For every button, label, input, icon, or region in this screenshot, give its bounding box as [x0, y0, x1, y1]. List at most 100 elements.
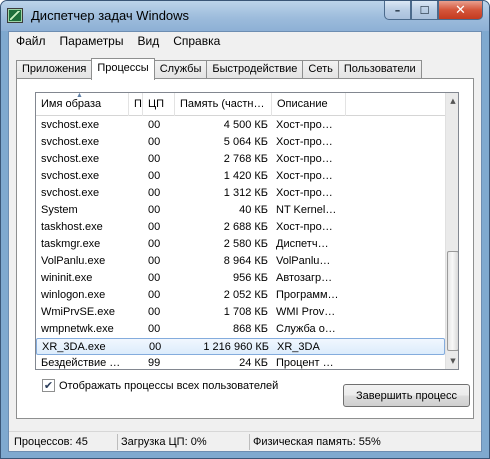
column-header-description[interactable]: Описание — [272, 93, 346, 116]
process-name-cell: winlogon.exe — [41, 289, 106, 301]
status-processes-count: Процессов: 45 — [14, 436, 88, 448]
process-name-cell: XR_3DA.exe — [42, 341, 106, 353]
process-cpu-cell: 00 — [148, 136, 161, 148]
process-list[interactable]: ▲ Имя образа П ЦП Память (частн… Описани… — [35, 92, 459, 370]
table-row[interactable]: taskhost.exe 00 2 688 КБ Хост-про… — [36, 219, 445, 236]
table-row[interactable]: taskmgr.exe 00 2 580 КБ Диспетч… — [36, 236, 445, 253]
process-cpu-cell: 00 — [148, 119, 161, 131]
close-button[interactable]: ✕ — [438, 1, 483, 20]
process-list-header: ▲ Имя образа П ЦП Память (частн… Описани… — [36, 93, 445, 116]
process-cpu-cell: 00 — [148, 323, 161, 335]
show-all-users-checkbox[interactable]: ✔ — [42, 379, 55, 392]
end-process-button[interactable]: Завершить процесс — [343, 384, 470, 407]
process-memory-cell: 2 768 КБ — [223, 153, 268, 165]
table-row[interactable]: svchost.exe 00 4 500 КБ Хост-про… — [36, 117, 445, 134]
column-header-user[interactable]: П — [129, 93, 143, 116]
process-cpu-cell: 00 — [148, 221, 161, 233]
process-description-cell: NT Kernel… — [276, 204, 337, 216]
scroll-down-arrow-icon[interactable]: ▼ — [446, 353, 458, 369]
maximize-button[interactable]: ☐ — [411, 1, 438, 20]
process-memory-cell: 1 420 КБ — [223, 170, 268, 182]
column-header-memory[interactable]: Память (частн… — [175, 93, 272, 116]
process-cpu-cell: 99 — [148, 357, 161, 369]
table-row[interactable]: svchost.exe 00 1 312 КБ Хост-про… — [36, 185, 445, 202]
process-memory-cell: 868 КБ — [232, 323, 268, 335]
status-bar: Процессов: 45 Загрузка ЦП: 0% Физическая… — [9, 431, 481, 451]
table-row[interactable]: svchost.exe 00 5 064 КБ Хост-про… — [36, 134, 445, 151]
table-row[interactable]: wininit.exe 00 956 КБ Автозагр… — [36, 270, 445, 287]
process-name-cell: svchost.exe — [41, 187, 100, 199]
table-row[interactable]: svchost.exe 00 1 420 КБ Хост-про… — [36, 168, 445, 185]
process-name-cell: svchost.exe — [41, 153, 100, 165]
show-all-users-option[interactable]: ✔ Отображать процессы всех пользователей — [42, 379, 278, 392]
column-header-cpu[interactable]: ЦП — [143, 93, 175, 116]
table-row[interactable]: WmiPrvSE.exe 00 1 708 КБ WMI Prov… — [36, 304, 445, 321]
processes-panel: ▲ Имя образа П ЦП Память (частн… Описани… — [16, 78, 474, 419]
process-cpu-cell: 00 — [148, 170, 161, 182]
table-row[interactable]: winlogon.exe 00 2 052 КБ Программ… — [36, 287, 445, 304]
process-memory-cell: 40 КБ — [239, 204, 268, 216]
process-memory-cell: 2 580 КБ — [223, 238, 268, 250]
process-description-cell: Хост-про… — [276, 136, 333, 148]
menu-file[interactable]: Файл — [9, 32, 53, 52]
show-all-users-label[interactable]: Отображать процессы всех пользователей — [59, 380, 278, 392]
minimize-button[interactable]: – — [384, 1, 411, 20]
vertical-scrollbar[interactable]: ▲ ▼ — [445, 93, 458, 369]
table-row[interactable]: VolPanlu.exe 00 8 964 КБ VolPanlu… — [36, 253, 445, 270]
process-cpu-cell: 00 — [148, 306, 161, 318]
menu-view[interactable]: Вид — [130, 32, 166, 52]
table-row[interactable]: wmpnetwk.exe 00 868 КБ Служба о… — [36, 321, 445, 338]
process-memory-cell: 5 064 КБ — [223, 136, 268, 148]
process-name-cell: svchost.exe — [41, 136, 100, 148]
process-memory-cell: 1 708 КБ — [223, 306, 268, 318]
process-name-cell: VolPanlu.exe — [41, 255, 106, 267]
table-row[interactable]: Бездействие … 99 24 КБ Процент … — [36, 355, 445, 369]
process-name-cell: WmiPrvSE.exe — [41, 306, 115, 318]
process-memory-cell: 1 312 КБ — [223, 187, 268, 199]
process-name-cell: System — [41, 204, 78, 216]
tab-applications[interactable]: Приложения — [16, 60, 93, 79]
scrollbar-thumb[interactable] — [447, 251, 458, 351]
process-name-cell: taskmgr.exe — [41, 238, 101, 250]
menu-bar: Файл Параметры Вид Справка — [9, 32, 481, 52]
process-description-cell: WMI Prov… — [276, 306, 336, 318]
tab-services[interactable]: Службы — [153, 60, 208, 79]
column-header-image-name[interactable]: ▲ Имя образа — [36, 93, 129, 116]
process-name-cell: svchost.exe — [41, 170, 100, 182]
process-memory-cell: 956 КБ — [232, 272, 268, 284]
process-cpu-cell: 00 — [149, 341, 162, 353]
process-cpu-cell: 00 — [148, 187, 161, 199]
task-manager-window: Диспетчер задач Windows – ☐ ✕ Файл Парам… — [0, 0, 490, 459]
table-row[interactable]: System 00 40 КБ NT Kernel… — [36, 202, 445, 219]
menu-help[interactable]: Справка — [166, 32, 227, 52]
process-cpu-cell: 00 — [148, 255, 161, 267]
title-bar[interactable]: Диспетчер задач Windows – ☐ ✕ — [1, 1, 489, 31]
status-physical-memory: Физическая память: 55% — [249, 434, 479, 450]
tab-users[interactable]: Пользователи — [337, 60, 422, 79]
process-name-cell: wininit.exe — [41, 272, 93, 284]
process-name-cell: Бездействие … — [41, 357, 121, 369]
tab-processes[interactable]: Процессы — [91, 58, 155, 80]
caption-buttons: – ☐ ✕ — [384, 1, 483, 20]
process-cpu-cell: 00 — [148, 153, 161, 165]
process-description-cell: Программ… — [276, 289, 339, 301]
tab-performance[interactable]: Быстродействие — [206, 60, 304, 79]
process-name-cell: svchost.exe — [41, 119, 100, 131]
task-manager-app-icon — [7, 8, 23, 23]
process-name-cell: taskhost.exe — [41, 221, 103, 233]
process-memory-cell: 4 500 КБ — [223, 119, 268, 131]
process-memory-cell: 24 КБ — [239, 357, 268, 369]
process-description-cell: Служба о… — [276, 323, 336, 335]
menu-options[interactable]: Параметры — [53, 32, 131, 52]
process-description-cell: Автозагр… — [276, 272, 333, 284]
scroll-up-arrow-icon[interactable]: ▲ — [446, 93, 458, 109]
process-cpu-cell: 00 — [148, 238, 161, 250]
window-title: Диспетчер задач Windows — [31, 8, 190, 23]
status-cpu-load: Загрузка ЦП: 0% — [117, 434, 248, 450]
process-memory-cell: 2 052 КБ — [223, 289, 268, 301]
table-row[interactable]: svchost.exe 00 2 768 КБ Хост-про… — [36, 151, 445, 168]
process-name-cell: wmpnetwk.exe — [41, 323, 114, 335]
tab-networking[interactable]: Сеть — [302, 60, 339, 79]
process-description-cell: Хост-про… — [276, 221, 333, 233]
table-row[interactable]: XR_3DA.exe 00 1 216 960 КБ XR_3DA — [36, 338, 445, 355]
